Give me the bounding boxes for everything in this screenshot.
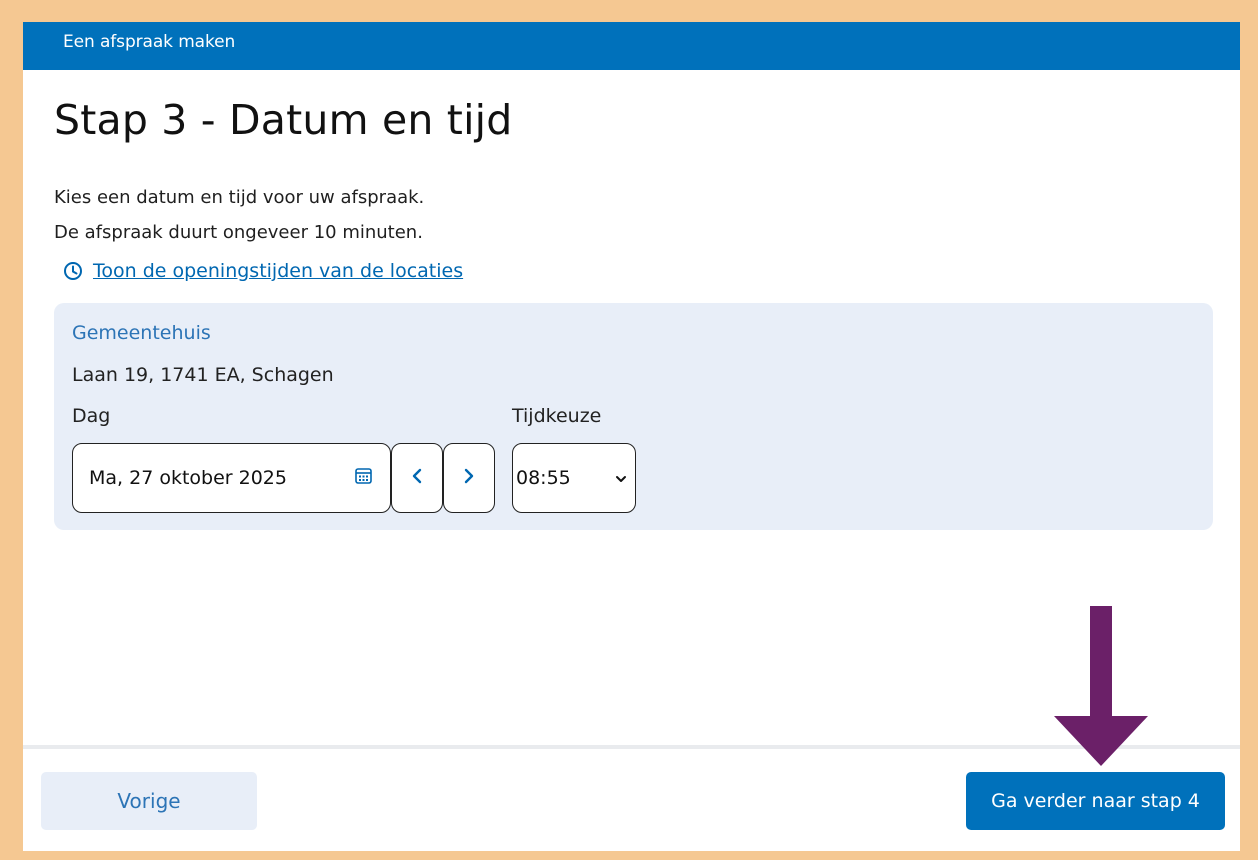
header-title: Een afspraak maken	[63, 32, 236, 52]
clock-icon	[63, 261, 83, 281]
arrow-down-icon	[1054, 606, 1148, 766]
time-value: 08:55	[516, 467, 571, 489]
chevron-down-icon	[615, 467, 627, 489]
appointment-window: Een afspraak maken Stap 3 - Datum en tij…	[23, 22, 1240, 851]
opening-hours-link-text[interactable]: Toon de openingstijden van de locaties	[93, 260, 463, 282]
opening-hours-link[interactable]: Toon de openingstijden van de locaties	[63, 260, 463, 282]
chevron-left-icon	[410, 467, 424, 489]
date-field[interactable]: Ma, 27 oktober 2025	[72, 443, 391, 513]
time-label: Tijdkeuze	[512, 405, 602, 427]
page-title: Stap 3 - Datum en tijd	[54, 96, 513, 144]
date-value: Ma, 27 oktober 2025	[89, 467, 287, 489]
previous-button[interactable]: Vorige	[41, 772, 257, 830]
intro-text: Kies een datum en tijd voor uw afspraak.…	[54, 180, 424, 250]
calendar-icon[interactable]	[354, 466, 373, 490]
chevron-right-icon	[462, 467, 476, 489]
location-address: Laan 19, 1741 EA, Schagen	[72, 364, 334, 386]
location-name: Gemeentehuis	[72, 322, 211, 344]
previous-day-button[interactable]	[391, 443, 443, 513]
location-panel: Gemeentehuis Laan 19, 1741 EA, Schagen D…	[54, 303, 1213, 530]
next-step-button[interactable]: Ga verder naar stap 4	[966, 772, 1225, 830]
day-label: Dag	[72, 405, 111, 427]
header-bar: Een afspraak maken	[23, 22, 1240, 70]
intro-line-2: De afspraak duurt ongeveer 10 minuten.	[54, 222, 423, 243]
time-select[interactable]: 08:55	[512, 443, 636, 513]
intro-line-1: Kies een datum en tijd voor uw afspraak.	[54, 187, 425, 208]
next-day-button[interactable]	[443, 443, 495, 513]
